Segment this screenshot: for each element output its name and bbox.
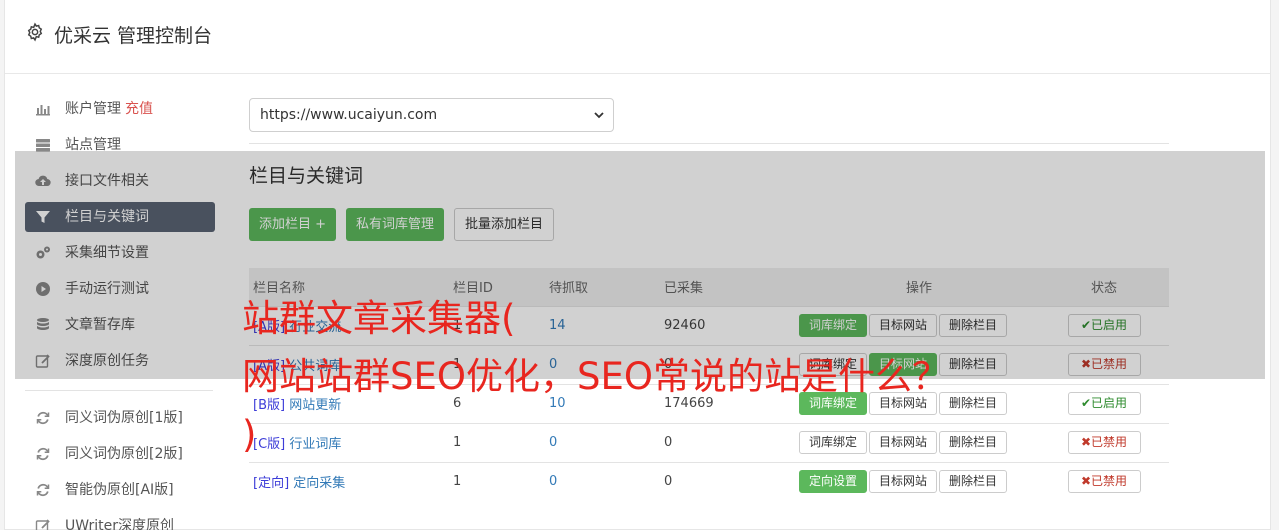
cell-actions: 词库绑定 目标网站 删除栏目: [799, 423, 1039, 462]
sidebar-item-label: 同义词伪原创[2版]: [65, 446, 183, 462]
sidebar-item-synonym-v1[interactable]: 同义词伪原创[1版]: [25, 403, 215, 433]
cell-collected: 0: [664, 435, 673, 450]
divider: [249, 143, 1169, 144]
header: 优采云 管理控制台: [5, 0, 1270, 74]
refresh-icon: [36, 411, 50, 425]
site-select-value: https://www.ucaiyun.com: [260, 107, 438, 123]
refresh-icon: [36, 483, 50, 497]
sidebar-item-synonym-v2[interactable]: 同义词伪原创[2版]: [25, 439, 215, 469]
recharge-link[interactable]: 充值: [125, 101, 153, 117]
cell-pending: 0: [549, 462, 664, 501]
delete-column-button[interactable]: 删除栏目: [939, 392, 1008, 415]
lexicon-bind-button[interactable]: 词库绑定: [799, 431, 868, 454]
sidebar-item-label: 账户管理: [65, 101, 121, 117]
version-tag: [定向]: [253, 476, 290, 492]
edit-icon: [35, 519, 50, 530]
cell-name: [C版] 行业词库: [249, 423, 453, 462]
sidebar-item-label: 智能伪原创[AI版]: [65, 482, 174, 498]
pending-link[interactable]: 0: [549, 474, 557, 489]
pending-link[interactable]: 0: [549, 435, 557, 450]
cell-name: [定向] 定向采集: [249, 462, 453, 501]
dim-overlay: [15, 151, 1265, 379]
promo-headline-line3: ): [242, 413, 257, 456]
sidebar-item-uwriter[interactable]: UWriter深度原创: [25, 511, 215, 530]
cell-id: 1: [453, 474, 462, 490]
status-toggle[interactable]: ✖已禁用: [1067, 470, 1141, 494]
table-row: [C版] 行业词库 1 0 0 词库绑定 目标网站 删除栏目 ✖已禁用: [249, 423, 1169, 462]
targeted-settings-button[interactable]: 定向设置: [799, 470, 868, 494]
cell-status: ✔已启用: [1039, 384, 1169, 423]
delete-column-button[interactable]: 删除栏目: [939, 470, 1008, 494]
sidebar-item-ai-rewrite[interactable]: 智能伪原创[AI版]: [25, 475, 215, 505]
cell-actions: 定向设置 目标网站 删除栏目: [799, 462, 1039, 501]
sidebar-item-account[interactable]: 账户管理 充值: [25, 94, 215, 124]
bar-chart-icon: [36, 105, 50, 116]
refresh-icon: [36, 447, 50, 461]
sidebar-divider: [25, 390, 213, 391]
delete-column-button[interactable]: 删除栏目: [939, 431, 1008, 454]
table-row: [定向] 定向采集 1 0 0 定向设置 目标网站 删除栏目 ✖已禁用: [249, 462, 1169, 501]
promo-headline-line2: 网站站群SEO优化，SEO常说的站是什么？: [242, 355, 949, 398]
chevron-down-icon: [594, 112, 604, 119]
gear-icon: [27, 22, 43, 42]
promo-headline-line1: 站群文章采集器(: [242, 297, 516, 340]
version-tag: [C版]: [253, 437, 286, 452]
target-site-button[interactable]: 目标网站: [869, 431, 938, 454]
column-name-link[interactable]: 行业词库: [289, 437, 341, 452]
column-name-link[interactable]: 定向采集: [293, 476, 345, 491]
site-select[interactable]: https://www.ucaiyun.com: [249, 98, 614, 132]
status-toggle[interactable]: ✖已禁用: [1067, 431, 1141, 454]
cell-status: ✖已禁用: [1039, 462, 1169, 501]
sidebar-item-label: UWriter深度原创: [65, 518, 174, 530]
page-title: 优采云 管理控制台: [54, 25, 213, 47]
sidebar-item-label: 同义词伪原创[1版]: [65, 410, 183, 426]
status-toggle[interactable]: ✔已启用: [1067, 392, 1141, 415]
cell-id: 1: [453, 435, 462, 450]
cell-status: ✖已禁用: [1039, 423, 1169, 462]
target-site-button[interactable]: 目标网站: [869, 470, 938, 494]
cell-collected: 0: [664, 474, 673, 490]
cell-pending: 0: [549, 423, 664, 462]
